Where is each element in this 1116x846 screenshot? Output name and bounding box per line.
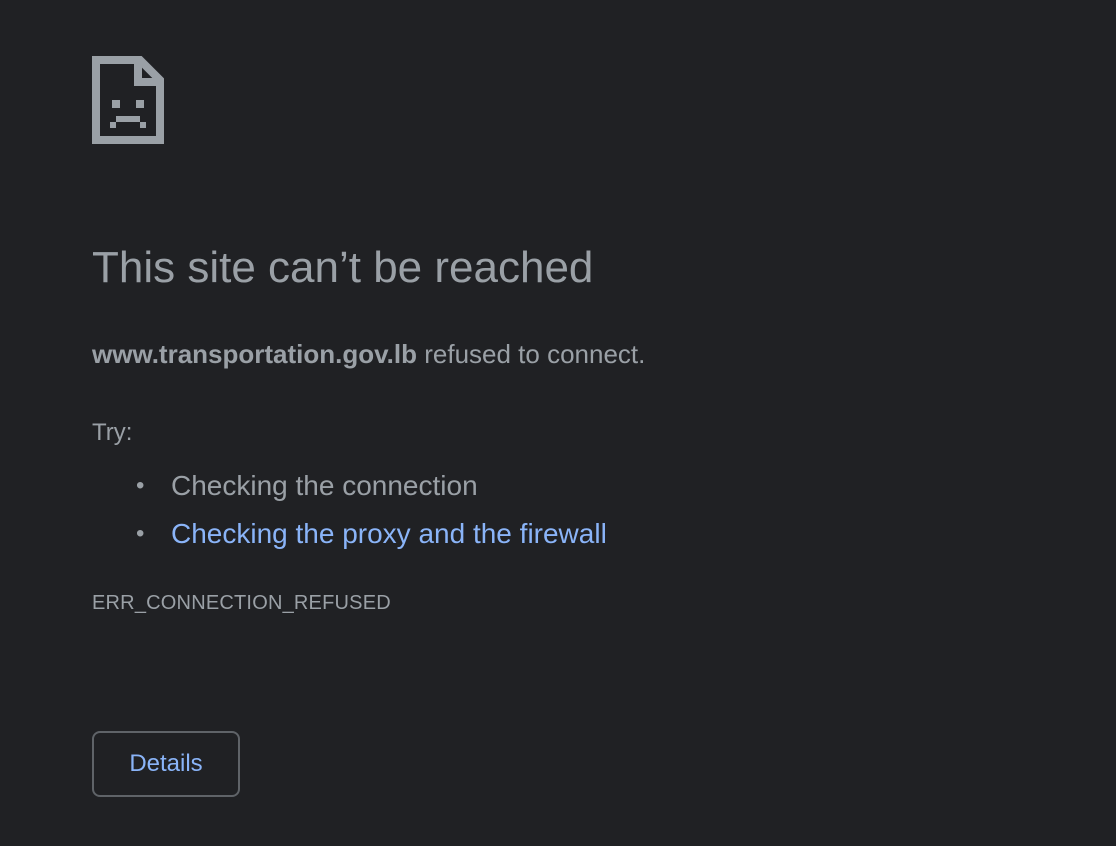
error-host: www.transportation.gov.lb xyxy=(92,339,417,369)
suggestions-list: • Checking the connection • Checking the… xyxy=(136,462,607,558)
error-summary: www.transportation.gov.lb refused to con… xyxy=(92,338,645,370)
error-code: ERR_CONNECTION_REFUSED xyxy=(92,592,391,614)
suggestion-check-connection: Checking the connection xyxy=(171,470,478,501)
try-label: Try: xyxy=(92,419,133,446)
suggestion-check-proxy-link[interactable]: Checking the proxy and the firewall xyxy=(171,518,607,549)
sad-page-icon xyxy=(92,56,164,144)
error-page: This site can’t be reached www.transport… xyxy=(92,56,1052,797)
details-button[interactable]: Details xyxy=(92,731,240,797)
error-message: refused to connect. xyxy=(417,339,646,369)
suggestion-item: • Checking the connection xyxy=(136,462,607,510)
suggestion-item[interactable]: • Checking the proxy and the firewall xyxy=(136,510,607,558)
bullet-icon: • xyxy=(136,472,145,499)
error-title: This site can’t be reached xyxy=(92,243,594,292)
bullet-icon: • xyxy=(136,520,145,547)
